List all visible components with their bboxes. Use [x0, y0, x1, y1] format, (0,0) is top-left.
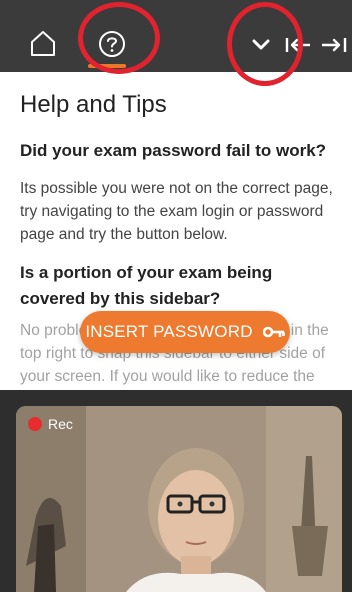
webcam-video: Rec	[16, 406, 342, 592]
recording-label: Rec	[48, 416, 73, 432]
dock-left-icon	[285, 38, 310, 52]
help-content: Help and Tips Did your exam password fai…	[20, 90, 340, 312]
collapse-button[interactable]	[248, 30, 274, 60]
home-button[interactable]	[26, 26, 60, 60]
page-title: Help and Tips	[20, 91, 167, 118]
help-circle-icon	[99, 31, 125, 57]
camera-panel: Rec	[0, 390, 352, 592]
recording-dot-icon	[28, 417, 42, 431]
dock-left-button[interactable]	[282, 30, 314, 60]
key-icon	[262, 326, 285, 338]
question-heading-password: Did your exam password fail to work?	[20, 141, 327, 160]
recording-badge: Rec	[28, 416, 73, 432]
proctor-sidebar: Help and Tips Did your exam password fai…	[0, 0, 352, 592]
answer-password: Its possible you were not on the correct…	[20, 180, 333, 243]
home-icon	[31, 31, 55, 56]
active-tab-indicator	[88, 64, 126, 68]
dock-right-icon	[322, 38, 347, 52]
help-button[interactable]	[94, 24, 130, 64]
chevron-down-icon	[252, 39, 270, 50]
insert-password-label: INSERT PASSWORD	[85, 322, 253, 341]
top-toolbar	[0, 0, 352, 72]
insert-password-button[interactable]: INSERT PASSWORD	[80, 311, 290, 353]
webcam-feed-image	[16, 406, 342, 592]
question-heading-sidebar: Is a portion of your exam being covered …	[20, 263, 273, 308]
dock-right-button[interactable]	[318, 30, 350, 60]
